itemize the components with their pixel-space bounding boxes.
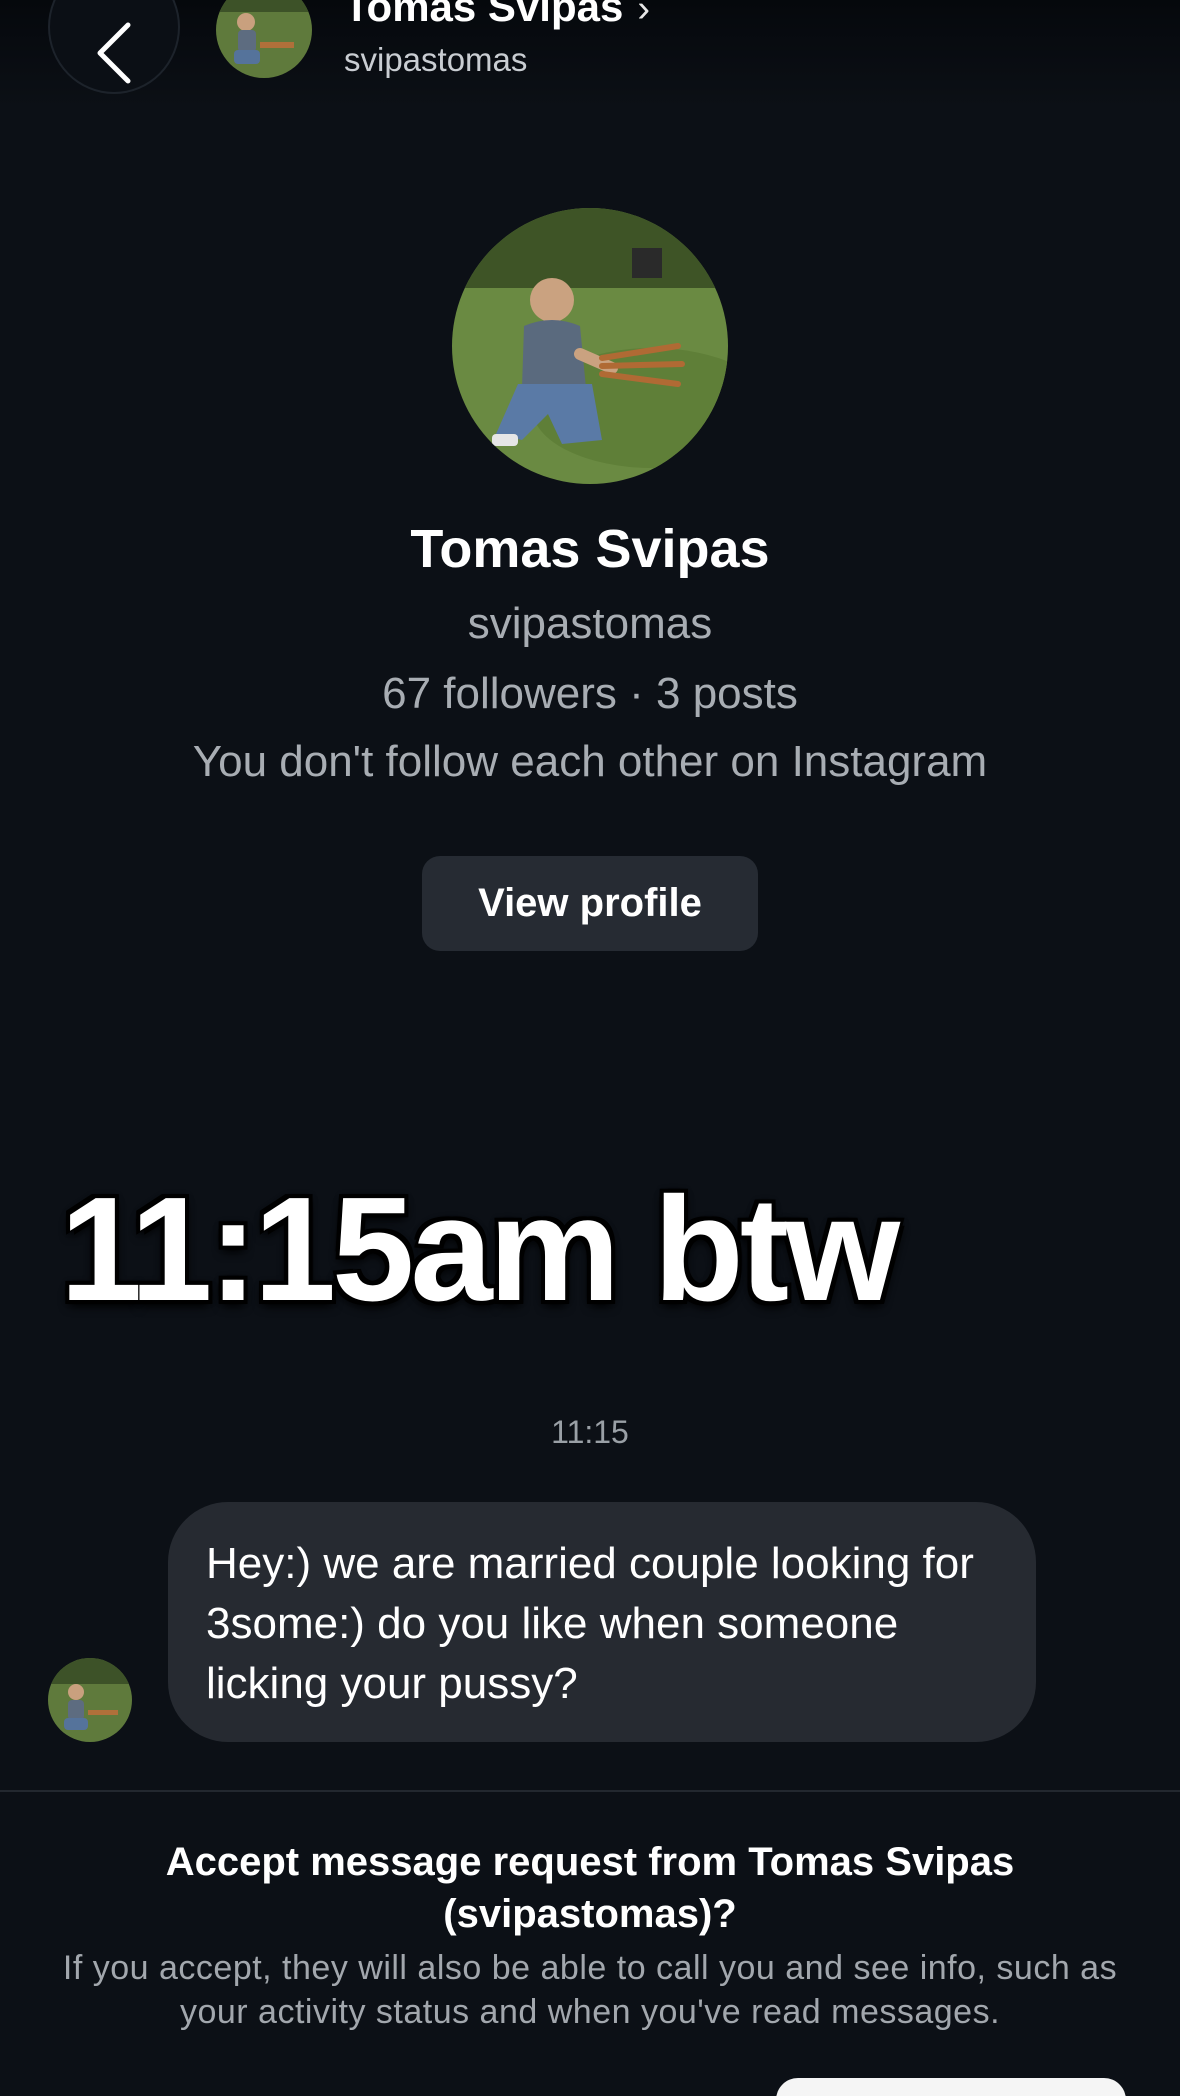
chat-header: Tomas Svipas › svipastomas bbox=[0, 0, 1180, 110]
chevron-right-icon: › bbox=[637, 0, 650, 30]
chevron-left-icon bbox=[97, 22, 131, 84]
avatar-photo bbox=[48, 1658, 132, 1742]
accept-button[interactable] bbox=[776, 2078, 1126, 2096]
profile-stats: 67 followers · 3 posts bbox=[382, 669, 798, 718]
profile-username: svipastomas bbox=[467, 599, 713, 648]
avatar-photo bbox=[452, 208, 728, 484]
divider bbox=[0, 1790, 1180, 1792]
header-name-text: Tomas Svipas bbox=[344, 0, 624, 30]
back-button[interactable] bbox=[48, 0, 180, 94]
message-sender-avatar[interactable] bbox=[48, 1658, 132, 1742]
header-avatar[interactable] bbox=[216, 0, 312, 78]
dm-request-screen: Tomas Svipas › svipastomas Tomas Svipas s… bbox=[0, 0, 1180, 2096]
profile-relationship: You don't follow each other on Instagram bbox=[192, 737, 988, 786]
view-profile-button[interactable]: View profile bbox=[422, 856, 758, 951]
header-name[interactable]: Tomas Svipas › bbox=[344, 0, 650, 32]
header-username: svipastomas bbox=[344, 41, 528, 78]
request-body: If you accept, they will also be able to… bbox=[62, 1949, 1118, 2031]
profile-avatar[interactable] bbox=[452, 208, 728, 484]
message-bubble[interactable]: Hey:) we are married couple looking for … bbox=[168, 1502, 1036, 1742]
message-timestamp: 11:15 bbox=[551, 1414, 629, 1450]
avatar-photo bbox=[216, 0, 312, 78]
overlay-caption: 11:15am btw bbox=[60, 1167, 900, 1332]
profile-name: Tomas Svipas bbox=[410, 519, 770, 579]
request-title: Accept message request from Tomas Svipas… bbox=[165, 1840, 1015, 1936]
